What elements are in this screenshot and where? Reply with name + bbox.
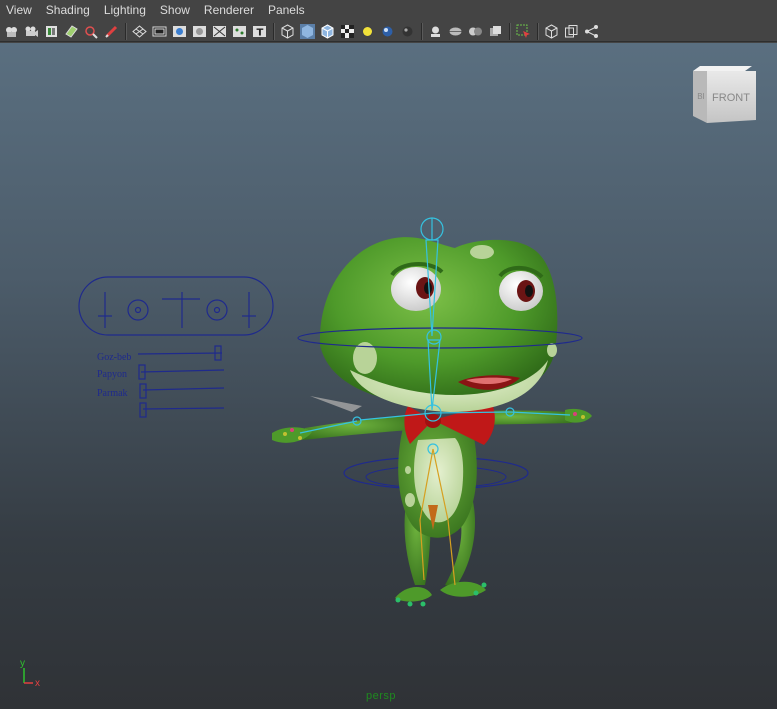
isolate-select-icon[interactable] [515,23,532,40]
axis-x-label: x [35,678,40,689]
left-arm[interactable] [303,415,412,440]
xray-icon[interactable] [427,23,444,40]
field-chart-icon[interactable] [211,23,228,40]
rig-control-panel[interactable] [78,276,274,336]
grease-pencil-icon[interactable] [103,23,120,40]
multisample-icon[interactable] [583,23,600,40]
toolbar-separator [509,22,511,40]
slider-handle[interactable] [139,383,147,399]
frog-character[interactable] [272,217,592,607]
toolbar-separator [273,22,275,40]
lights-icon[interactable] [359,23,376,40]
xray-active-icon[interactable] [467,23,484,40]
eye-control-left[interactable] [127,299,149,321]
eye-control-frame[interactable] [78,276,274,336]
slider-label: Parmak [97,388,128,399]
svg-text:T: T [257,27,264,38]
resolution-gate-icon[interactable] [171,23,188,40]
axis-gizmo: y x [20,658,40,689]
slider-goz-beb[interactable]: Goz-beb [97,345,223,363]
eye-control-right[interactable] [206,299,228,321]
head-spot [470,245,494,259]
safe-title-icon[interactable]: T [251,23,268,40]
camera-name-label: persp [366,690,397,702]
body-spot [405,466,411,474]
axis-y-label: y [20,658,25,669]
toe-joint [420,601,426,607]
screen-space-ao-icon[interactable] [543,23,560,40]
toolbar-separator [125,22,127,40]
menu-view[interactable]: View [0,0,40,21]
camera-attr-icon[interactable] [3,23,20,40]
right-pupil [525,285,533,297]
film-gate-icon[interactable] [151,23,168,40]
toolbar-separator [421,22,423,40]
backface-culling-icon[interactable] [487,23,504,40]
eye-control-left-center [134,306,142,314]
menu-shading[interactable]: Shading [40,0,98,21]
viewcube-side-label: BI [697,92,705,101]
slider-label: Papyon [97,369,127,380]
menu-renderer[interactable]: Renderer [198,0,262,21]
slider-papyon[interactable]: Papyon [97,364,225,380]
frog-head[interactable] [319,237,558,406]
viewcube[interactable]: FRONT BI [693,66,756,123]
toe-joint [473,590,479,596]
head-spot [547,343,557,357]
slider-handle[interactable] [139,402,147,418]
menu-lighting[interactable]: Lighting [98,0,154,21]
viewport-3d[interactable]: FRONT BI Goz-beb Papyon Parmak y x persp [0,43,777,709]
body-spot [405,493,415,507]
wireframe-icon[interactable] [279,23,296,40]
camera-icon[interactable] [23,23,40,40]
menu-panels[interactable]: Panels [262,0,313,21]
toe-joint [407,601,413,607]
smooth-shade-icon[interactable] [299,23,316,40]
left-pupil [424,282,432,294]
scene-canvas[interactable]: FRONT BI Goz-beb Papyon Parmak y x [0,43,777,709]
maya-viewport-panel: View Shading Lighting Show Renderer Pane… [0,0,777,709]
toe-joint [481,582,487,588]
xray-joints-icon[interactable] [447,23,464,40]
slider-parmak[interactable]: Parmak [97,383,225,399]
eye-control-right-center [213,306,221,314]
slider-label: Goz-beb [97,352,131,363]
menu-show[interactable]: Show [154,0,198,21]
bookmark-icon[interactable] [43,23,60,40]
motion-blur-icon[interactable] [563,23,580,40]
right-hand[interactable] [565,408,592,423]
wireframe-on-shaded-icon[interactable] [319,23,336,40]
textured-icon[interactable] [339,23,356,40]
shadows-icon[interactable] [379,23,396,40]
2d-pan-zoom-icon[interactable] [83,23,100,40]
panel-toolbar: T [0,21,777,42]
toolbar-separator [537,22,539,40]
toe-joint [395,597,401,603]
gate-mask-icon[interactable] [191,23,208,40]
slider-unnamed[interactable] [139,402,225,418]
panel-menubar: View Shading Lighting Show Renderer Pane… [0,0,777,21]
grid-icon[interactable] [131,23,148,40]
viewcube-front-label: FRONT [712,92,750,104]
safe-action-icon[interactable] [231,23,248,40]
shadow-plane [310,396,362,412]
image-plane-icon[interactable] [63,23,80,40]
rig-sliders: Goz-beb Papyon Parmak [97,345,225,418]
high-quality-icon[interactable] [399,23,416,40]
left-foot[interactable] [395,587,432,602]
